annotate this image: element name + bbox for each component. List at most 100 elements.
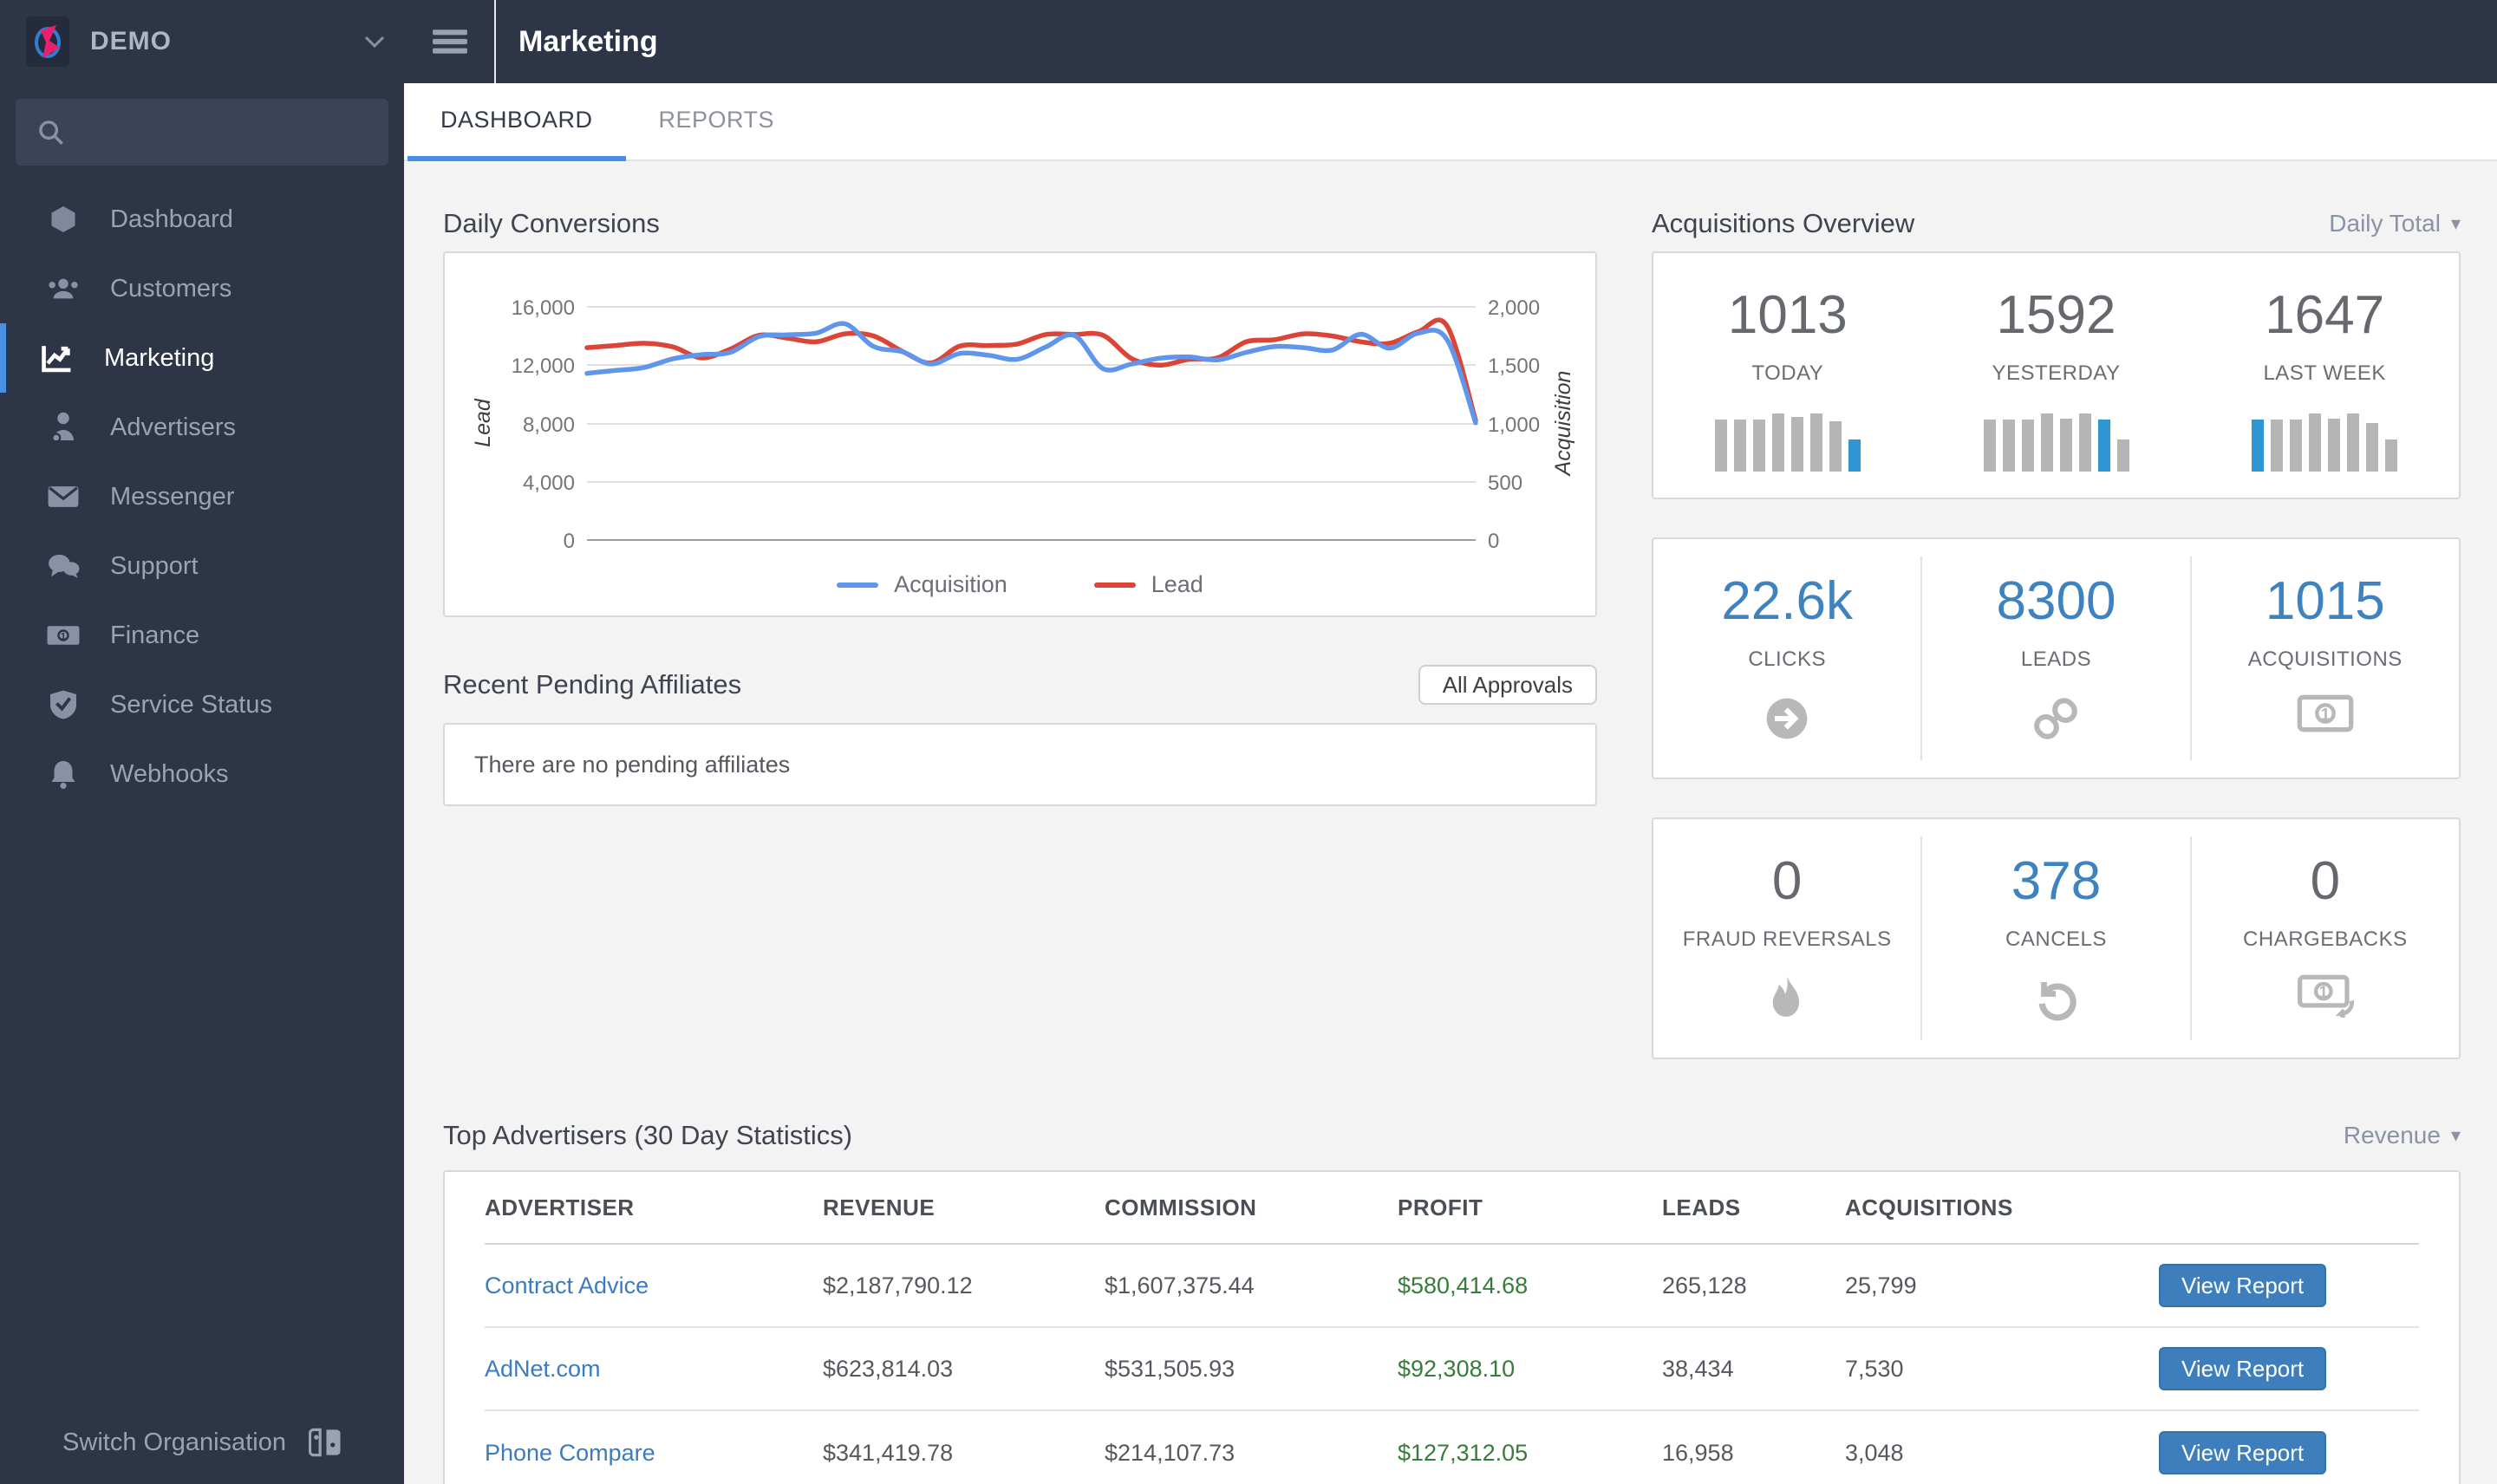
tabbar: DASHBOARD REPORTS — [404, 83, 2497, 161]
top-advertisers-section: Top Advertisers (30 Day Statistics) Reve… — [443, 1108, 2461, 1484]
sidebar-item-advertisers[interactable]: Advertisers — [0, 393, 404, 462]
table-row: AdNet.com $623,814.03 $531,505.93 $92,30… — [485, 1328, 2419, 1411]
sidebar-nav: Dashboard Customers Marketing Advertiser… — [0, 185, 404, 809]
table-row: Contract Advice $2,187,790.12 $1,607,375… — [485, 1245, 2419, 1328]
legend-label: Lead — [1151, 571, 1203, 597]
sidebar-item-webhooks[interactable]: Webhooks — [0, 739, 404, 809]
caret-down-icon: ▾ — [2450, 212, 2461, 234]
stat-fraud-reversals: 0 FRAUD REVERSALS — [1653, 819, 1920, 1058]
stat-yesterday: 1592 YESTERDAY — [1922, 253, 2191, 498]
sidebar-item-support[interactable]: Support — [0, 531, 404, 601]
daily-conversions-chart-card: 16,000 12,000 8,000 4,000 0 2,000 1,500 … — [443, 251, 1597, 617]
brand-logo — [26, 16, 69, 67]
dashboard-content: Daily Conversions 16,000 12,000 8,000 4,… — [404, 161, 2497, 1484]
sidebar-item-service-status[interactable]: Service Status — [0, 670, 404, 739]
sidebar-item-label: Service Status — [110, 690, 272, 719]
search-input[interactable] — [83, 118, 368, 146]
yesterday-sparkbar-chart — [1983, 407, 2129, 472]
money-bill-icon: 1 — [2297, 694, 2354, 732]
money-back-icon: 1 — [2297, 974, 2354, 1018]
svg-text:16,000: 16,000 — [512, 296, 575, 320]
sidebar-item-label: Customers — [110, 274, 232, 303]
column-header: REVENUE — [823, 1194, 936, 1220]
top-advertisers-table: ADVERTISER REVENUE COMMISSION PROFIT LEA… — [443, 1170, 2461, 1484]
sidebar-item-label: Dashboard — [110, 205, 233, 233]
dashboard-icon — [41, 204, 86, 235]
stat-value: 378 — [2011, 851, 2102, 911]
tab-reports[interactable]: REPORTS — [626, 83, 808, 161]
switch-organisation[interactable]: Switch Organisation — [0, 1401, 404, 1484]
pending-affiliates-empty-text: There are no pending affiliates — [474, 751, 791, 778]
stat-label: CLICKS — [1748, 648, 1827, 671]
pending-affiliates-card: There are no pending affiliates — [443, 723, 1597, 806]
profit-cell: $580,414.68 — [1398, 1272, 1529, 1298]
stat-value: 1647 — [2265, 285, 2385, 345]
advertiser-link[interactable]: Phone Compare — [485, 1440, 823, 1467]
org-selector[interactable]: DEMO — [0, 0, 404, 83]
customers-icon — [41, 275, 86, 303]
sidebar-item-messenger[interactable]: Messenger — [0, 462, 404, 531]
tab-label: REPORTS — [658, 106, 775, 133]
arrow-circle-right-icon — [1763, 694, 1811, 743]
profit-cell: $92,308.10 — [1398, 1355, 1516, 1382]
hummingbird-logo-icon — [35, 25, 61, 58]
svg-text:0: 0 — [1488, 530, 1499, 553]
svg-text:12,000: 12,000 — [512, 355, 575, 378]
sidebar-item-label: Advertisers — [110, 413, 237, 441]
daily-total-dropdown[interactable]: Daily Total ▾ — [2329, 210, 2461, 238]
chart-line-icon — [35, 343, 80, 373]
advertiser-link[interactable]: AdNet.com — [485, 1356, 823, 1383]
revenue-dropdown-label: Revenue — [2343, 1122, 2441, 1149]
stat-value: 1013 — [1727, 285, 1848, 345]
svg-text:1,000: 1,000 — [1488, 413, 1540, 437]
sidebar-item-customers[interactable]: Customers — [0, 254, 404, 323]
advertiser-link[interactable]: Contract Advice — [485, 1272, 823, 1299]
money-bill-icon: 1 — [41, 624, 86, 647]
daily-acquisitions-card: 1013 TODAY 1592 YESTERDAY 1647 LAST WEEK — [1652, 251, 2461, 499]
chart-legend: Acquisition Lead — [445, 571, 1595, 598]
daily-conversions-title: Daily Conversions — [443, 208, 660, 238]
svg-text:0: 0 — [564, 530, 575, 553]
revenue-cell: $341,419.78 — [823, 1439, 954, 1466]
daily-conversions-chart: 16,000 12,000 8,000 4,000 0 2,000 1,500 … — [471, 296, 1575, 553]
sidebar-item-label: Finance — [110, 621, 200, 649]
table-row: Phone Compare $341,419.78 $214,107.73 $1… — [485, 1411, 2419, 1484]
view-report-button[interactable]: View Report — [2159, 1431, 2327, 1474]
svg-text:8,000: 8,000 — [523, 413, 575, 437]
column-header: ADVERTISER — [485, 1194, 635, 1220]
today-sparkbar-chart — [1714, 407, 1861, 472]
stat-acquisitions: 1015 ACQUISITIONS 1 — [2192, 539, 2459, 778]
traffic-metrics-card: 22.6k CLICKS 8300 LEADS 1015 ACQUISITION… — [1652, 537, 2461, 779]
stat-value: 8300 — [1996, 571, 2116, 631]
top-advertisers-title: Top Advertisers (30 Day Statistics) — [443, 1120, 853, 1150]
sidebar-item-finance[interactable]: 1 Finance — [0, 601, 404, 670]
right-column: Acquisitions Overview Daily Total ▾ 1013… — [1652, 196, 2461, 1059]
sidebar-item-dashboard[interactable]: Dashboard — [0, 185, 404, 254]
hamburger-menu-icon[interactable] — [430, 27, 470, 56]
legend-label: Acquisition — [894, 571, 1007, 597]
stat-value: 22.6k — [1721, 571, 1853, 631]
all-approvals-button[interactable]: All Approvals — [1418, 665, 1597, 705]
view-report-button[interactable]: View Report — [2159, 1347, 2327, 1390]
svg-text:1: 1 — [2320, 705, 2330, 724]
chat-bubbles-icon — [41, 552, 86, 580]
leads-cell: 16,958 — [1662, 1439, 1734, 1466]
revenue-cell: $2,187,790.12 — [823, 1272, 973, 1298]
sidebar-item-marketing[interactable]: Marketing — [0, 323, 404, 393]
legend-item-acquisition: Acquisition — [837, 571, 1007, 598]
commission-cell: $214,107.73 — [1105, 1439, 1235, 1466]
shield-check-icon — [41, 689, 86, 720]
user-md-icon — [41, 412, 86, 443]
stat-cancels: 378 CANCELS — [1922, 819, 2189, 1058]
view-report-button[interactable]: View Report — [2159, 1264, 2327, 1307]
acquisitions-cell: 25,799 — [1845, 1272, 1917, 1298]
left-axis-title: Lead — [471, 398, 495, 447]
acquisitions-cell: 3,048 — [1845, 1439, 1904, 1466]
revenue-cell: $623,814.03 — [823, 1355, 954, 1382]
tab-dashboard[interactable]: DASHBOARD — [407, 83, 626, 161]
stat-label: CANCELS — [2005, 928, 2107, 951]
stat-label: TODAY — [1751, 361, 1824, 385]
revenue-dropdown[interactable]: Revenue ▾ — [2344, 1122, 2461, 1149]
stat-value: 0 — [2310, 851, 2341, 911]
switch-org-icon — [308, 1428, 342, 1457]
